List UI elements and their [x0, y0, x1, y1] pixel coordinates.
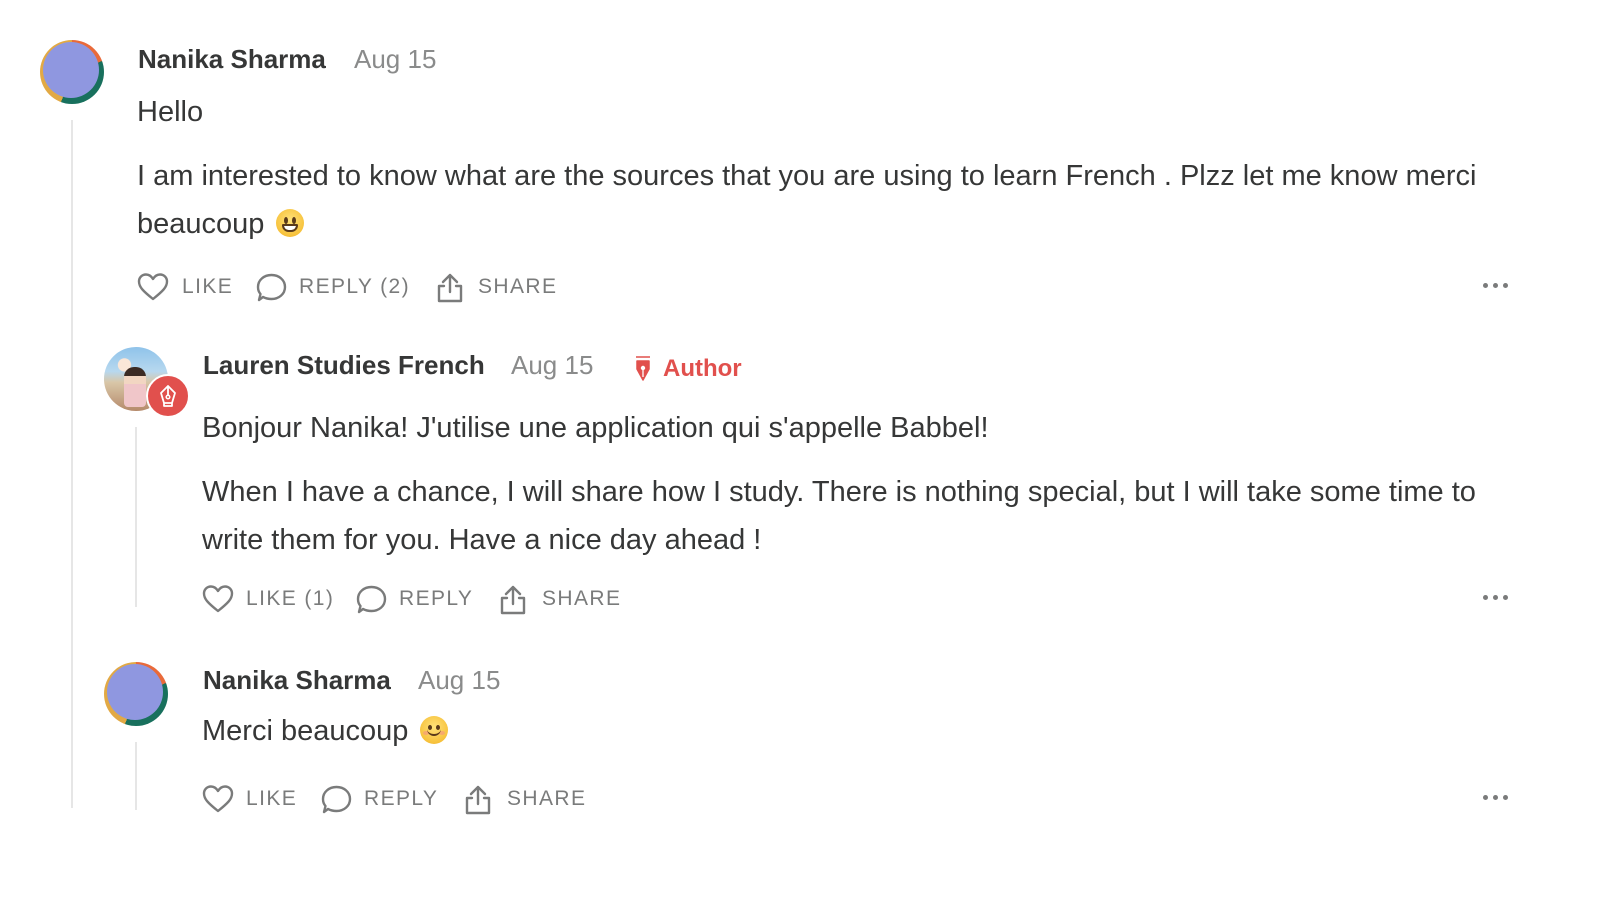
grinning-face-emoji-icon	[276, 209, 305, 237]
avatar[interactable]	[104, 662, 168, 726]
comment-author-name[interactable]: Nanika Sharma	[138, 44, 326, 75]
like-label: LIKE (1)	[246, 587, 335, 610]
heart-icon	[137, 273, 169, 301]
share-upload-icon	[500, 585, 526, 615]
author-tag-label: Author	[663, 355, 742, 382]
comment-actions: LIKE (1) REPLY SHARE	[202, 579, 1517, 619]
thread-line	[135, 742, 137, 810]
comment-date[interactable]: Aug 15	[354, 44, 436, 75]
author-badge	[146, 374, 190, 418]
comment-date[interactable]: Aug 15	[418, 665, 500, 696]
comment-actions: LIKE REPLY (2) SHARE	[137, 267, 1517, 307]
comment-paragraph-text: Merci beaucoup	[202, 715, 409, 747]
pen-nib-icon	[636, 356, 650, 381]
comment-author-name[interactable]: Nanika Sharma	[203, 665, 391, 696]
reply-label: REPLY	[399, 587, 474, 610]
share-label: SHARE	[478, 275, 558, 298]
comment-date[interactable]: Aug 15	[511, 350, 593, 381]
author-tag: Author	[636, 355, 742, 383]
heart-icon	[202, 785, 234, 813]
comment-paragraph: When I have a chance, I will share how I…	[202, 476, 1476, 556]
more-options-button[interactable]	[1483, 587, 1513, 607]
avatar[interactable]	[40, 40, 104, 104]
comment-paragraph: I am interested to know what are the sou…	[137, 152, 1537, 248]
comment-author-name[interactable]: Lauren Studies French	[203, 350, 485, 381]
pen-nib-icon	[160, 385, 176, 407]
share-label: SHARE	[542, 587, 622, 610]
like-label: LIKE	[246, 787, 298, 810]
comment-paragraph: Bonjour Nanika! J'utilise une applicatio…	[202, 412, 989, 444]
heart-icon	[202, 585, 234, 613]
comment-paragraph-text: I am interested to know what are the sou…	[137, 160, 1477, 240]
reply-label: REPLY (2)	[299, 275, 411, 298]
speech-bubble-icon	[321, 785, 352, 814]
smiling-face-emoji-icon	[420, 716, 449, 744]
share-upload-icon	[437, 273, 463, 303]
comment-paragraph: Hello	[137, 96, 204, 128]
reply-label: REPLY	[364, 787, 439, 810]
comment-paragraph: Merci beaucoup	[202, 707, 1502, 755]
comment-nanika-reply: Nanika Sharma Aug 15 Merci beaucoup LIKE…	[0, 620, 1624, 820]
comment-nanika-1: Nanika Sharma Aug 15 Hello I am interest…	[0, 0, 1624, 808]
thread-line	[135, 427, 137, 607]
more-options-button[interactable]	[1483, 275, 1513, 295]
share-upload-icon	[465, 785, 491, 815]
comment-actions: LIKE REPLY SHARE	[202, 779, 1517, 819]
speech-bubble-icon	[356, 585, 387, 614]
share-label: SHARE	[507, 787, 587, 810]
speech-bubble-icon	[256, 273, 287, 302]
like-label: LIKE	[182, 275, 234, 298]
comment-lauren-reply: Lauren Studies French Aug 15 Author Bonj…	[0, 320, 1624, 620]
more-options-button[interactable]	[1483, 787, 1513, 807]
